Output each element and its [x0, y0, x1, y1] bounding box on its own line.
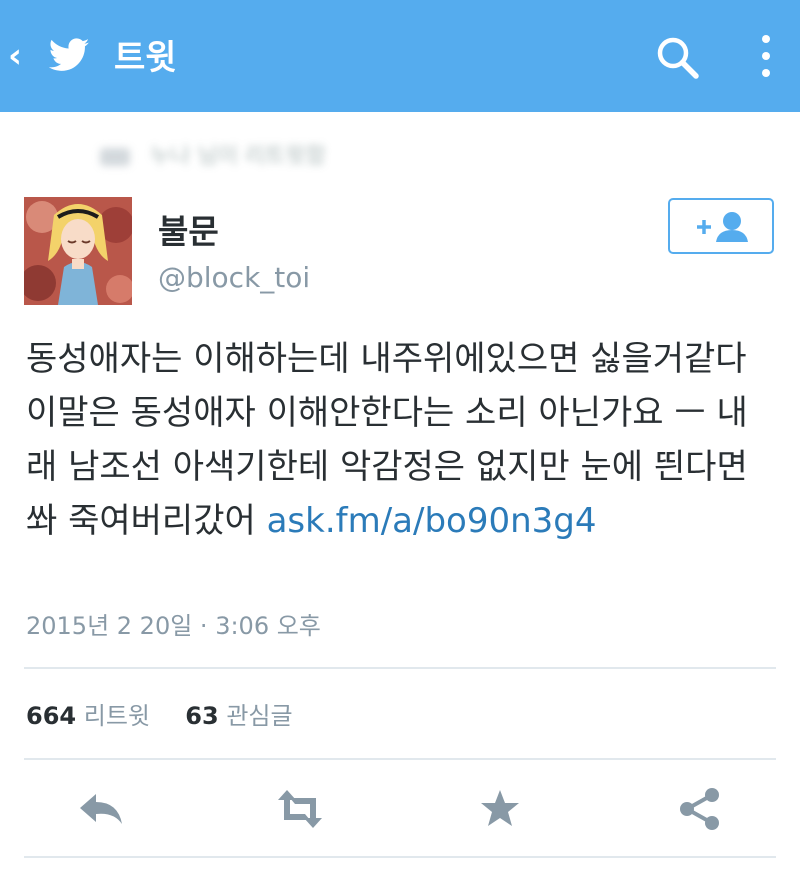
back-button[interactable]: ‹: [8, 36, 22, 76]
avatar-image: [24, 197, 132, 305]
retweets-label[interactable]: 리트윗: [84, 702, 150, 730]
favorites-count[interactable]: 63: [185, 702, 218, 730]
tweet-stats: 664 리트윗 63 관심글: [26, 696, 293, 736]
tweet-timestamp: 2015년 2 20일 · 3:06 오후: [26, 612, 321, 640]
retweeted-by-text: 누나 님이 리트윗함: [150, 144, 326, 169]
retweet-icon[interactable]: [275, 784, 325, 834]
search-icon[interactable]: [654, 34, 700, 80]
reply-icon[interactable]: [76, 784, 126, 834]
retweeted-by-label: 누나 님이 리트윗함: [100, 138, 326, 170]
divider: [24, 856, 776, 858]
author-name[interactable]: 불문: [158, 210, 219, 254]
follow-button[interactable]: [668, 198, 774, 254]
divider: [24, 758, 776, 760]
author-handle[interactable]: @block_toi: [158, 258, 310, 298]
share-icon[interactable]: [675, 784, 725, 834]
page-title: 트윗: [114, 38, 177, 78]
top-app-bar: ‹ 트윗: [0, 0, 800, 112]
favorites-label[interactable]: 관심글: [226, 702, 292, 730]
retweets-count[interactable]: 664: [26, 702, 76, 730]
tweet-link[interactable]: ask.fm/a/bo90n3g4: [267, 501, 597, 541]
more-vertical-icon[interactable]: [754, 30, 778, 82]
follow-user-icon: [697, 212, 748, 242]
twitter-bird-icon: [48, 38, 90, 71]
divider: [24, 667, 776, 669]
avatar[interactable]: [24, 197, 132, 305]
retweet-small-icon: [100, 148, 130, 166]
star-icon[interactable]: [475, 784, 525, 834]
tweet-text: 동성애자는 이해하는데 내주위에있으면 싫을거같다 이말은 동성애자 이해안한다…: [26, 332, 776, 548]
